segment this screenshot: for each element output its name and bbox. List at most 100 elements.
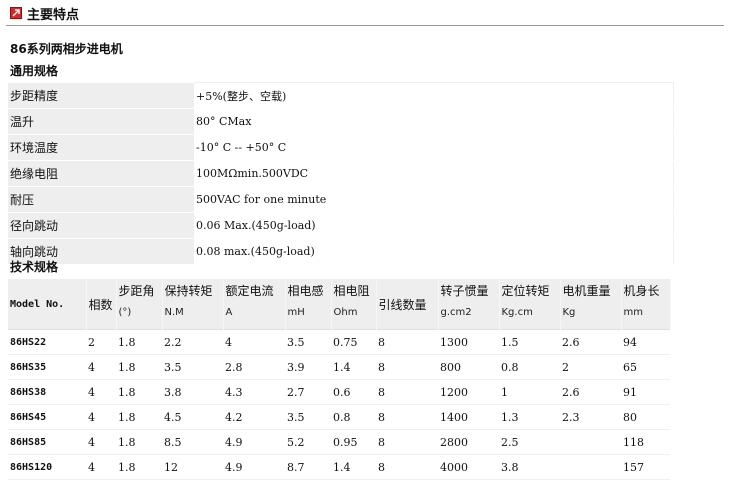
table-cell: 1.4: [331, 454, 376, 480]
spec-label: 温升: [8, 108, 194, 135]
table-cell: 80: [621, 404, 670, 430]
table-cell: 2.3: [560, 404, 621, 430]
table-cell: 4: [223, 329, 285, 355]
table-cell: 1: [499, 379, 560, 405]
spec-value: -10° C -- +50° C: [194, 134, 674, 161]
spec-value: 500VAC for one minute: [194, 186, 674, 213]
table-cell: 4.3: [223, 379, 285, 405]
spec-value: +5%(整步、空载): [194, 82, 674, 109]
table-cell: 8.7: [285, 454, 331, 480]
table-cell: 3.5: [285, 329, 331, 355]
technical-specs-table: Model No. 相数 步距角 (°) 保持转矩 N.M 额定电流 A 相电感 mH …: [8, 279, 671, 480]
table-cell: 2.5: [499, 429, 560, 455]
table-cell: 1.8: [116, 454, 162, 480]
model-cell: 86HS85: [8, 429, 86, 455]
table-cell: 12: [162, 454, 223, 480]
table-cell: 5.2: [285, 429, 331, 455]
column-name: 相电感: [287, 284, 324, 298]
table-cell: 1.8: [116, 404, 162, 430]
table-cell: 0.6: [331, 379, 376, 405]
table-cell: 4: [86, 454, 116, 480]
general-specs-heading: 通用规格: [10, 64, 59, 78]
spec-label: 耐压: [8, 186, 194, 213]
column-header-resistance: 相电阻 Ohm: [331, 279, 377, 330]
table-cell: 4: [86, 379, 116, 405]
column-unit: mm: [623, 307, 643, 318]
column-unit: Kg: [562, 307, 576, 318]
column-header-phases: 相数: [86, 279, 117, 330]
table-cell: 91: [621, 379, 670, 405]
table-cell: 0.75: [331, 329, 376, 355]
column-header-model: Model No.: [8, 279, 87, 330]
model-cell: 86HS120: [8, 454, 86, 480]
spec-value: 100MΩmin.500VDC: [194, 160, 674, 187]
spec-label: 步距精度: [8, 82, 194, 109]
general-specs-table: 步距精度 +5%(整步、空载) 温升 80° CMax 环境温度 -10° C …: [8, 82, 674, 265]
table-cell: 4.9: [223, 429, 285, 455]
table-cell: 1.5: [499, 329, 560, 355]
column-name: 机身长: [623, 284, 660, 298]
table-cell: 8: [376, 329, 438, 355]
spec-row: 耐压 500VAC for one minute: [8, 186, 674, 213]
column-header-detent-torque: 定位转矩 Kg.cm: [499, 279, 561, 330]
model-cell: 86HS38: [8, 379, 86, 405]
table-cell: 4.2: [223, 404, 285, 430]
table-row: 86HS45 4 1.8 4.5 4.2 3.5 0.8 8 1400 1.3 2.3 80: [8, 404, 670, 430]
table-cell: 800: [438, 354, 499, 380]
table-header-row: Model No. 相数 步距角 (°) 保持转矩 N.M 额定电流 A 相电感 mH …: [8, 279, 671, 330]
column-header-lead-count: 引线数量: [376, 279, 439, 330]
table-cell: 0.8: [331, 404, 376, 430]
model-cell: 86HS45: [8, 404, 86, 430]
table-cell: [560, 454, 621, 480]
column-name: 步距角: [118, 284, 155, 298]
table-cell: 8: [376, 404, 438, 430]
model-cell: 86HS22: [8, 329, 86, 355]
table-cell: 118: [621, 429, 670, 455]
table-cell: 3.5: [285, 404, 331, 430]
table-cell: 94: [621, 329, 670, 355]
table-cell: 157: [621, 454, 670, 480]
table-row: 86HS85 4 1.8 8.5 4.9 5.2 0.95 8 2800 2.5 118: [8, 429, 670, 455]
product-series-title: 86系列两相步进电机: [10, 42, 123, 56]
column-unit: N.M: [164, 307, 184, 318]
table-cell: 0.95: [331, 429, 376, 455]
model-cell: 86HS35: [8, 354, 86, 380]
table-cell: 0.8: [499, 354, 560, 380]
table-cell: 8: [376, 354, 438, 380]
table-cell: 4000: [438, 454, 499, 480]
table-cell: 2800: [438, 429, 499, 455]
column-name: 保持转矩: [164, 284, 213, 298]
table-cell: 8.5: [162, 429, 223, 455]
section-header: 主要特点: [10, 4, 80, 23]
column-header-step-angle: 步距角 (°): [116, 279, 163, 330]
table-cell: 1200: [438, 379, 499, 405]
spec-value: 0.06 Max.(450g-load): [194, 212, 674, 239]
table-cell: 1400: [438, 404, 499, 430]
table-cell: 4.9: [223, 454, 285, 480]
table-cell: 2: [86, 329, 116, 355]
table-cell: 8: [376, 454, 438, 480]
table-row: 86HS38 4 1.8 3.8 4.3 2.7 0.6 8 1200 1 2.6 91: [8, 379, 670, 405]
spec-value: 0.08 max.(450g-load): [194, 238, 674, 265]
table-cell: 4: [86, 404, 116, 430]
spec-label: 径向跳动: [8, 212, 194, 239]
spec-row: 轴向跳动 0.08 max.(450g-load): [8, 238, 674, 265]
table-cell: 3.5: [162, 354, 223, 380]
column-unit: (°): [118, 307, 132, 318]
spec-row: 绝缘电阻 100MΩmin.500VDC: [8, 160, 674, 187]
column-unit: Kg.cm: [501, 307, 533, 318]
section-header-title: 主要特点: [27, 7, 80, 23]
table-cell: 1.3: [499, 404, 560, 430]
table-cell: 1300: [438, 329, 499, 355]
table-cell: 2.6: [560, 379, 621, 405]
table-cell: 3.8: [162, 379, 223, 405]
column-unit: g.cm2: [440, 307, 472, 318]
table-cell: 1.8: [116, 429, 162, 455]
column-header-rated-current: 额定电流 A: [223, 279, 286, 330]
table-cell: 1.8: [116, 379, 162, 405]
column-name: 相电阻: [333, 284, 370, 298]
table-cell: 1.4: [331, 354, 376, 380]
column-name: 额定电流: [225, 284, 274, 298]
column-header-length: 机身长 mm: [621, 279, 671, 330]
table-cell: 4.5: [162, 404, 223, 430]
